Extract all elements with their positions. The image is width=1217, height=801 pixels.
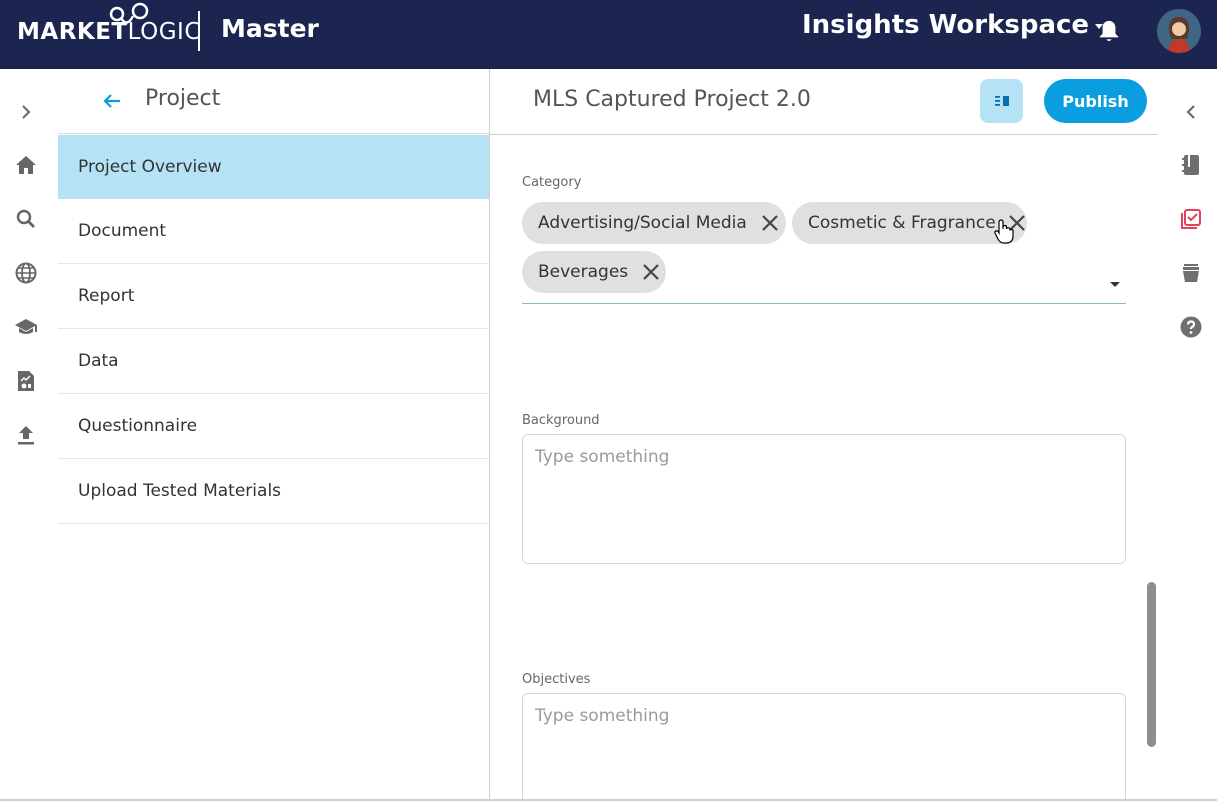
graduation-cap-icon[interactable] <box>14 315 38 339</box>
avatar[interactable] <box>1157 9 1201 53</box>
workspace-switcher[interactable]: Insights Workspace <box>802 10 1104 40</box>
user-avatar-icon <box>1157 9 1201 53</box>
category-field-underline <box>522 303 1126 304</box>
top-bar: MARKETLOGIC Master Insights Workspace <box>0 0 1217 69</box>
chevron-left-icon[interactable] <box>1179 100 1203 124</box>
nav-item-questionnaire[interactable]: Questionnaire <box>58 394 489 459</box>
category-dropdown-caret-icon[interactable] <box>1110 282 1120 287</box>
workspace-name: Insights Workspace <box>802 10 1090 40</box>
chip-label: Beverages <box>538 262 629 282</box>
category-chip: Beverages <box>522 251 666 293</box>
nav-item-data[interactable]: Data <box>58 329 489 394</box>
panel-toggle-icon <box>994 96 1009 106</box>
checklist-icon[interactable] <box>1179 207 1203 231</box>
nav-list: Project Overview Document Report Data Qu… <box>58 135 489 524</box>
search-icon[interactable] <box>14 207 38 231</box>
panel-divider <box>489 69 490 801</box>
close-icon[interactable] <box>759 212 781 234</box>
background-textarea[interactable] <box>522 434 1126 564</box>
background-label: Background <box>522 413 600 428</box>
scrollbar-thumb[interactable] <box>1147 582 1156 747</box>
category-chip: Cosmetic & Fragrance <box>792 202 1027 244</box>
hand-cursor-icon <box>994 219 1014 244</box>
nav-header: Project <box>58 69 489 134</box>
main-header: MLS Captured Project 2.0 Publish <box>490 69 1158 135</box>
chevron-right-icon[interactable] <box>14 100 38 124</box>
logo-separator <box>198 11 200 51</box>
bell-icon[interactable] <box>1098 18 1120 44</box>
nav-item-project-overview[interactable]: Project Overview <box>58 135 489 199</box>
app-name: Master <box>221 14 319 43</box>
back-arrow-icon[interactable] <box>102 91 122 111</box>
close-icon[interactable] <box>640 261 662 283</box>
logo-mark-icon <box>109 2 149 24</box>
publish-button[interactable]: Publish <box>1044 79 1147 123</box>
chip-label: Cosmetic & Fragrance <box>808 213 996 233</box>
help-icon[interactable] <box>1179 315 1203 339</box>
right-icon-rail <box>1163 69 1217 801</box>
nav-item-upload-tested-materials[interactable]: Upload Tested Materials <box>58 459 489 524</box>
toggle-panel-button[interactable] <box>980 79 1023 123</box>
category-chip: Advertising/Social Media <box>522 202 786 244</box>
report-icon[interactable] <box>14 369 38 393</box>
upload-icon[interactable] <box>14 423 38 447</box>
home-icon[interactable] <box>14 153 38 177</box>
project-title: MLS Captured Project 2.0 <box>533 87 811 112</box>
globe-icon[interactable] <box>14 261 38 285</box>
nav-item-document[interactable]: Document <box>58 199 489 264</box>
archive-icon[interactable] <box>1179 261 1203 285</box>
left-icon-rail <box>0 69 58 801</box>
nav-title: Project <box>145 86 221 111</box>
category-label: Category <box>522 175 582 190</box>
project-nav-panel: Project Project Overview Document Report… <box>58 69 489 801</box>
notebook-icon[interactable] <box>1179 153 1203 177</box>
chip-label: Advertising/Social Media <box>538 213 747 233</box>
objectives-label: Objectives <box>522 672 591 687</box>
nav-item-report[interactable]: Report <box>58 264 489 329</box>
objectives-textarea[interactable] <box>522 693 1126 801</box>
